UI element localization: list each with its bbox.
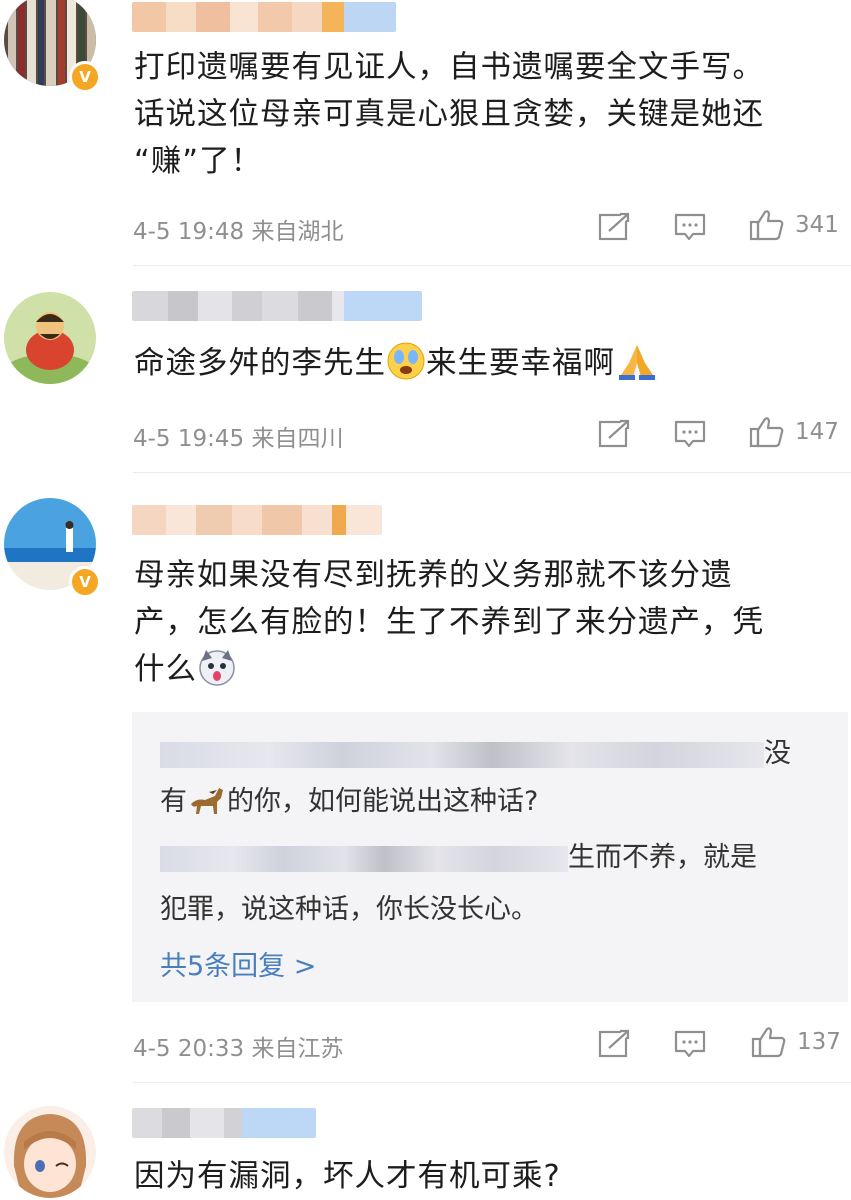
share-button[interactable]: [598, 419, 632, 449]
comment-text: 打印遗嘱要有见证人，自书遗嘱要全文手写。 话说这位母亲可真是心狠且贪婪，关键是她…: [134, 44, 841, 185]
like-count: 147: [795, 419, 839, 445]
comment-text-line: 打印遗嘱要有见证人，自书遗嘱要全文手写。: [134, 50, 764, 85]
share-icon: [598, 1029, 632, 1058]
like-count: 341: [795, 212, 839, 238]
comment-text-line: 话说这位母亲可真是心狠且贪婪，关键是她还: [134, 97, 764, 132]
comment-button[interactable]: [673, 212, 707, 242]
share-icon: [598, 419, 632, 448]
comment-text: 因为有漏洞，坏人才有机可乘?: [134, 1159, 561, 1194]
comment-text: 命途多舛的李先生 来生要幸福啊: [134, 340, 841, 395]
comment-text-line: 什么: [134, 646, 841, 701]
comment-button[interactable]: [673, 1029, 707, 1059]
more-replies-link[interactable]: 共5条回复 >: [160, 944, 316, 983]
thumbs-up-icon: [749, 210, 784, 241]
username-blurred[interactable]: [132, 291, 422, 321]
username-blurred[interactable]: [132, 505, 382, 535]
comment-text-line: 母亲如果没有尽到抚养的义务那就不该分遗: [134, 558, 733, 593]
username-blurred[interactable]: [132, 2, 396, 32]
comment-item: V 打印遗嘱要有见证人，自书遗嘱要全文手写。 话说这位母亲可真是心狠且贪婪，关键…: [0, 0, 851, 270]
username-blurred[interactable]: [132, 1108, 316, 1138]
timestamp: 4-5 19:45 来自四川: [133, 426, 344, 452]
like-button[interactable]: 341: [749, 210, 851, 242]
husky-icon: [197, 647, 237, 701]
comment-icon: [674, 1030, 706, 1058]
like-count: 137: [797, 1029, 841, 1055]
comment-meta: 4-5 19:45 来自四川 147: [133, 417, 851, 452]
verified-badge-icon: V: [69, 566, 101, 598]
comment-text-line: 产，怎么有脸的！生了不养到了来分遗产，凭: [134, 605, 764, 640]
avatar[interactable]: [4, 1106, 96, 1198]
share-icon: [598, 212, 632, 241]
divider: [133, 1082, 851, 1083]
comment-meta: 4-5 20:33 来自江苏 137: [133, 1027, 851, 1062]
comment-button[interactable]: [673, 419, 707, 449]
like-button[interactable]: 147: [749, 417, 851, 449]
timestamp: 4-5 20:33 来自江苏: [133, 1036, 344, 1062]
thumbs-up-icon: [749, 417, 784, 448]
crying-face-icon: [386, 341, 426, 395]
praying-hands-icon: [615, 341, 659, 395]
reply-item[interactable]: 生而不养，就是: [160, 838, 818, 878]
reply-author-blurred[interactable]: [160, 741, 764, 768]
reply-item[interactable]: 没: [160, 734, 818, 774]
comment-icon: [674, 420, 706, 448]
reply-author-blurred[interactable]: [160, 845, 568, 872]
reply-item: 犯罪，说这种话，你长没长心。: [160, 894, 538, 925]
comment-icon: [674, 213, 706, 241]
timestamp: 4-5 19:48 来自湖北: [133, 219, 344, 245]
anime-girl-avatar-icon: [4, 1106, 96, 1198]
share-button[interactable]: [598, 212, 632, 242]
comment-text: 母亲如果没有尽到抚养的义务那就不该分遗 产，怎么有脸的！生了不养到了来分遗产，凭…: [134, 552, 841, 701]
horse-icon: [187, 784, 227, 828]
like-button[interactable]: 137: [751, 1027, 851, 1059]
comment-text-line: “赚”了！: [134, 144, 263, 179]
share-button[interactable]: [598, 1029, 632, 1059]
reply-item: 有 的你，如何能说出这种话?: [160, 782, 818, 828]
cartoon-man-avatar-icon: [4, 292, 96, 384]
divider: [133, 265, 851, 266]
divider: [133, 472, 851, 473]
verified-badge-icon: V: [69, 61, 101, 93]
comment-meta: 4-5 19:48 来自湖北 341: [133, 210, 851, 245]
avatar[interactable]: [4, 292, 96, 384]
replies-panel[interactable]: 没 有 的你，如何能说出这种话? 生而不养，就是 犯罪，说这种话，你长没长心。 …: [132, 712, 848, 1002]
thumbs-up-icon: [751, 1027, 786, 1058]
